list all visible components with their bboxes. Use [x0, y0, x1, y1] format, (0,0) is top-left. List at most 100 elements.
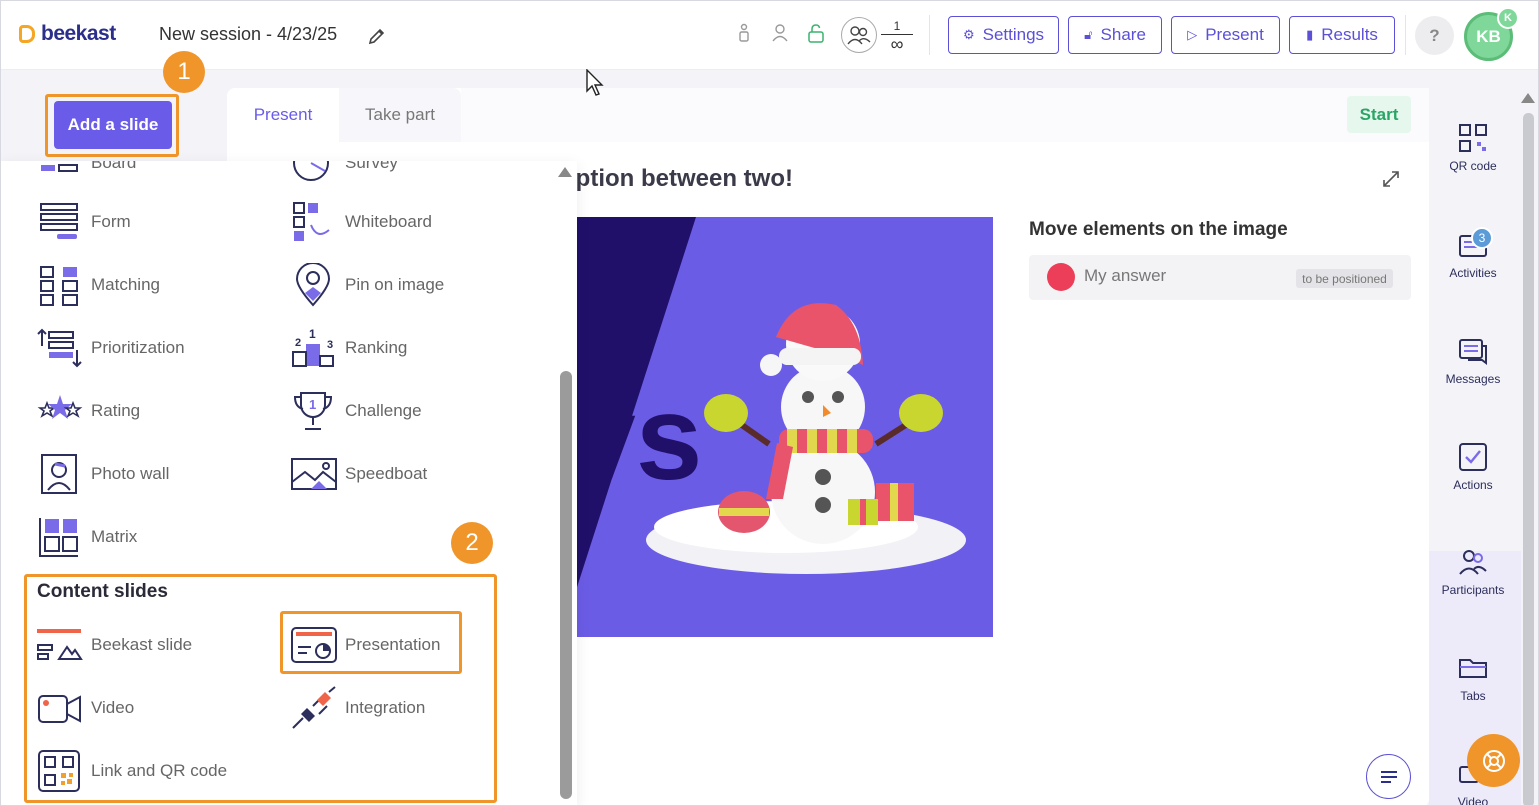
sidebar-item-label: Participants	[1441, 583, 1505, 597]
sidebar-scrollbar[interactable]	[1523, 113, 1534, 805]
slide-type-survey[interactable]: Survey	[291, 161, 398, 185]
panel-scrollbar-thumb[interactable]	[560, 371, 572, 799]
slide-type-matching[interactable]: Matching	[37, 263, 160, 307]
user-icon[interactable]	[771, 23, 789, 43]
slide-type-label: Rating	[91, 401, 141, 420]
sidebar-item-messages[interactable]: Messages	[1435, 336, 1511, 386]
sidebar-item-label: Tabs	[1460, 689, 1486, 703]
add-slide-button[interactable]: Add a slide	[54, 101, 172, 149]
slide-type-label: Presentation	[345, 635, 441, 654]
svg-text:3: 3	[327, 339, 333, 351]
slide-type-label: Photo wall	[91, 464, 170, 483]
session-title: New session - 4/23/25	[159, 24, 338, 44]
start-button[interactable]: Start	[1347, 96, 1411, 133]
slide-type-label: Video	[91, 698, 135, 717]
sidebar-item-label: Messages	[1445, 372, 1501, 386]
slide-type-speedboat[interactable]: Speedboat	[291, 452, 427, 496]
answer-status-badge: to be positioned	[1296, 269, 1393, 288]
settings-label: Settings	[982, 25, 1045, 44]
question-title: option between two!	[561, 165, 793, 192]
lifebuoy-icon	[1482, 749, 1505, 772]
participants-icon	[1459, 550, 1487, 575]
qr-code-icon	[1459, 124, 1487, 152]
slide-type-pin-on-image[interactable]: Pin on image	[291, 263, 444, 307]
beekast-logo-icon	[19, 25, 35, 43]
counter-max: ∞	[890, 33, 904, 54]
svg-text:1: 1	[309, 327, 316, 341]
tab-take-part[interactable]: Take part	[339, 88, 461, 142]
slide-type-integration[interactable]: Integration	[291, 686, 425, 730]
beekast-slide-icon	[37, 629, 83, 660]
help-button[interactable]: ?	[1415, 16, 1454, 55]
slide-type-board[interactable]: Board	[37, 161, 136, 185]
speedboat-icon	[291, 458, 337, 490]
prioritization-icon	[37, 328, 82, 368]
slide-type-label: Ranking	[345, 338, 408, 357]
slide-type-beekast-slide[interactable]: Beekast slide	[37, 623, 192, 667]
results-button[interactable]: ▮ Results	[1289, 16, 1395, 54]
slide-type-photo-wall[interactable]: Photo wall	[37, 452, 169, 496]
slide-type-label: Integration	[345, 698, 426, 717]
settings-button[interactable]: ⚙ Settings	[948, 16, 1059, 54]
participants-counter[interactable]: 1 ∞	[841, 17, 913, 53]
folder-icon	[1459, 659, 1487, 678]
notes-button[interactable]	[1366, 754, 1411, 799]
counter-current: 1	[893, 18, 901, 33]
sidebar-item-label: QR code	[1449, 159, 1497, 173]
slide-type-video[interactable]: Video	[37, 686, 134, 730]
sidebar-item-tabs[interactable]: Tabs	[1435, 653, 1511, 703]
photo-wall-icon	[41, 454, 77, 494]
share-button[interactable]: 🔓︎ Share	[1068, 16, 1162, 54]
slide-image[interactable]: vs	[561, 217, 993, 637]
qr-link-icon	[38, 750, 80, 792]
slide-type-form[interactable]: Form	[37, 200, 131, 244]
unlock-icon[interactable]	[807, 23, 825, 43]
messages-icon	[1459, 339, 1487, 365]
support-button[interactable]	[1467, 734, 1520, 787]
survey-icon	[293, 161, 329, 181]
slide-type-label: Pin on image	[345, 275, 445, 294]
activities-count-badge: 3	[1471, 227, 1493, 249]
presentation-icon	[291, 627, 337, 663]
sidebar-item-qr-code[interactable]: QR code	[1435, 123, 1511, 173]
move-elements-title: Move elements on the image	[1029, 219, 1288, 240]
slide-type-label: Whiteboard	[345, 212, 432, 231]
slide-type-link-qr[interactable]: Link and QR code	[37, 749, 227, 793]
share-label: Share	[1100, 25, 1146, 44]
slide-type-matrix[interactable]: Matrix	[37, 515, 137, 559]
ranking-icon: 12 3	[292, 327, 334, 367]
sidebar-item-label: Activities	[1449, 266, 1497, 280]
slide-type-prioritization[interactable]: Prioritization	[37, 326, 185, 370]
results-label: Results	[1321, 25, 1378, 44]
slide-type-rating[interactable]: Rating	[37, 389, 140, 433]
divider	[1405, 15, 1406, 55]
tab-present[interactable]: Present	[227, 88, 339, 142]
slide-type-whiteboard[interactable]: Whiteboard	[291, 200, 432, 244]
answer-marker[interactable]	[1047, 263, 1075, 291]
panel-scroll-up-arrow[interactable]	[558, 167, 572, 177]
slide-type-challenge[interactable]: 1 Challenge	[291, 389, 422, 433]
notes-icon	[1380, 770, 1397, 783]
scroll-up-arrow[interactable]	[1521, 93, 1535, 103]
presenter-icon[interactable]	[735, 23, 753, 43]
slide-type-label: Link and QR code	[91, 761, 228, 780]
top-icons	[735, 23, 825, 43]
step-badge-2: 2	[451, 522, 493, 564]
lock-icon: 🔓︎	[1084, 27, 1093, 42]
gear-icon: ⚙	[962, 27, 975, 42]
logo[interactable]: beekast	[19, 22, 116, 46]
logo-text: beekast	[41, 22, 116, 45]
plug-icon	[292, 686, 336, 729]
present-button[interactable]: ▷ Present	[1171, 16, 1280, 54]
slide-type-presentation[interactable]: Presentation	[291, 623, 440, 667]
step-badge-1: 1	[163, 51, 205, 93]
expand-icon[interactable]	[1381, 169, 1401, 189]
sidebar-item-actions[interactable]: Actions	[1435, 442, 1511, 492]
pencil-icon[interactable]	[367, 26, 387, 46]
top-bar: beekast New session - 4/23/25 1 ∞ ⚙ Sett…	[1, 1, 1538, 70]
slide-type-label: Form	[91, 212, 131, 231]
slide-type-ranking[interactable]: 12 3 Ranking	[291, 326, 407, 370]
sidebar-item-participants[interactable]: Participants	[1435, 547, 1511, 597]
bar-chart-icon: ▮	[1306, 27, 1314, 42]
avatar-badge: K	[1497, 7, 1519, 29]
